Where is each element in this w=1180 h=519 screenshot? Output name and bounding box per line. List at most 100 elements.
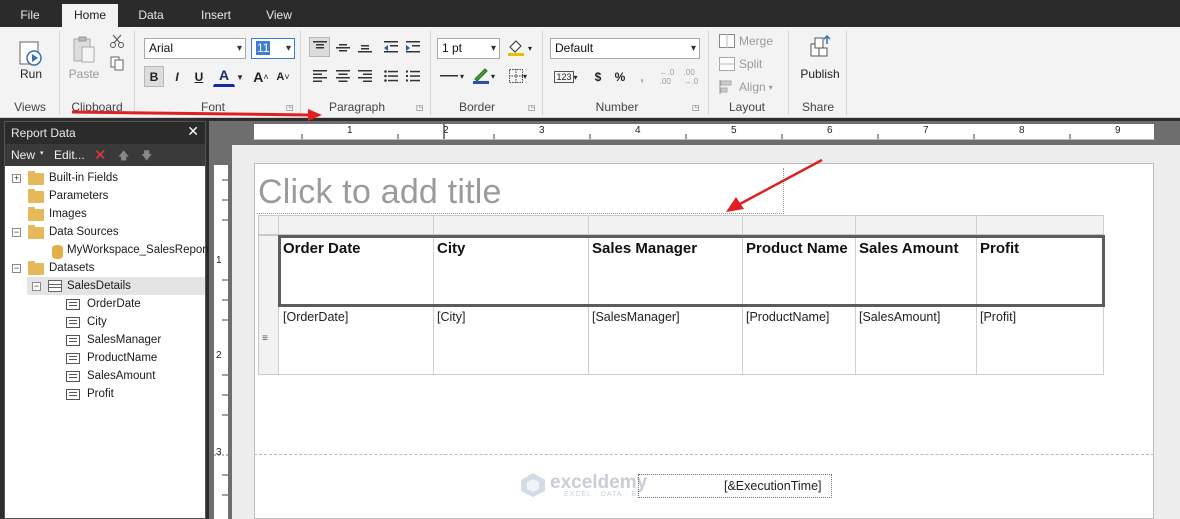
split-label: Split [739, 57, 763, 71]
detail-cell-order-date[interactable]: [OrderDate] [283, 310, 348, 324]
collapse-icon[interactable]: − [12, 228, 21, 237]
tree-field[interactable]: City [87, 313, 107, 331]
detail-cell-product-name[interactable]: [ProductName] [746, 310, 829, 324]
underline-button[interactable]: U [189, 66, 209, 87]
expand-icon[interactable]: + [12, 174, 21, 183]
tablix-column-handles[interactable] [258, 215, 1104, 235]
edit-button[interactable]: Edit... [54, 148, 85, 162]
number-dialog-launcher-icon[interactable]: ◳ [692, 103, 700, 112]
percent-button[interactable]: % [610, 67, 630, 87]
tree-parameters[interactable]: Parameters [49, 187, 108, 205]
font-color-button[interactable]: A [213, 65, 235, 87]
tab-data[interactable]: Data [128, 4, 174, 27]
header-cell-order-date[interactable]: Order Date [283, 240, 361, 257]
detail-cell-profit[interactable]: [Profit] [980, 310, 1016, 324]
numbered-list-button[interactable] [402, 66, 423, 86]
header-cell-city[interactable]: City [437, 240, 465, 257]
bullet-list-button[interactable] [380, 66, 401, 86]
tree-dataset-salesdetails[interactable]: SalesDetails [67, 277, 131, 295]
align-middle-button[interactable] [332, 37, 353, 57]
delete-icon[interactable]: ✕ [94, 146, 107, 164]
group-number-label: Number [595, 100, 639, 114]
split-button[interactable]: Split [718, 54, 778, 74]
tab-file[interactable]: File [8, 4, 52, 27]
font-name-combo[interactable]: Arial ▾ [144, 38, 246, 59]
border-dialog-launcher-icon[interactable]: ◳ [528, 103, 536, 112]
tree-field[interactable]: ProductName [87, 349, 157, 367]
header-cell-product-name[interactable]: Product Name [746, 240, 848, 257]
ruler-label: 8 [1019, 125, 1025, 136]
header-cell-profit[interactable]: Profit [980, 240, 1019, 257]
collapse-icon[interactable]: − [32, 282, 41, 291]
detail-cell-city[interactable]: [City] [437, 310, 465, 324]
tab-view[interactable]: View [256, 4, 302, 27]
tree-field[interactable]: SalesManager [87, 331, 161, 349]
align-center-button[interactable] [332, 66, 353, 86]
group-border-label: Border [458, 100, 496, 114]
report-title-placeholder[interactable]: Click to add title [258, 173, 502, 212]
decrease-decimal-icon[interactable]: .00 →.0 [680, 67, 702, 87]
comma-button[interactable]: , [634, 67, 650, 87]
tree-data-sources[interactable]: Data Sources [49, 223, 119, 241]
close-icon[interactable]: ✕ [187, 123, 199, 140]
tree-builtin-fields[interactable]: Built-in Fields [49, 169, 118, 187]
tree-images[interactable]: Images [49, 205, 87, 223]
font-size-combo[interactable]: 11 ▾ [251, 38, 295, 59]
italic-button[interactable]: I [167, 66, 187, 87]
tab-home[interactable]: Home [62, 4, 118, 27]
align-top-button[interactable] [309, 37, 330, 57]
new-button[interactable]: New [11, 148, 35, 162]
tablix-row-handles[interactable] [258, 235, 279, 375]
detail-cell-sales-manager[interactable]: [SalesManager] [592, 310, 680, 324]
move-down-icon[interactable]: 🡇 [141, 147, 152, 166]
chevron-down-icon: ▾ [768, 82, 773, 92]
move-up-icon[interactable]: 🡅 [118, 147, 129, 166]
align-button[interactable]: Align ▾ [718, 77, 780, 97]
ruler-label: 9 [1115, 125, 1121, 136]
publish-button[interactable] [800, 31, 840, 69]
fill-color-button[interactable] [505, 37, 527, 58]
bullet-list-icon [383, 70, 398, 82]
paragraph-dialog-launcher-icon[interactable]: ◳ [416, 103, 424, 112]
align-right-icon [357, 70, 372, 82]
tree-data-source-item[interactable]: MyWorkspace_SalesReport [67, 241, 209, 259]
chevron-down-icon[interactable]: ▾ [40, 149, 44, 157]
align-left-button[interactable] [309, 66, 330, 86]
increase-indent-button[interactable] [402, 37, 423, 57]
tab-insert[interactable]: Insert [188, 4, 244, 27]
numbered-list-icon [405, 70, 420, 82]
page-footer-boundary [254, 454, 1154, 455]
align-bottom-button[interactable] [354, 37, 375, 57]
border-width-combo[interactable]: 1 pt ▾ [437, 38, 500, 59]
increase-decimal-icon[interactable]: ←.0.00 [656, 67, 678, 87]
align-right-button[interactable] [354, 66, 375, 86]
merge-label: Merge [739, 34, 774, 48]
tree-field[interactable]: Profit [87, 385, 114, 403]
bold-button[interactable]: B [144, 66, 164, 87]
execution-time-expression[interactable]: [&ExecutionTime] [724, 479, 822, 493]
placeholder-style-button[interactable]: 123 ▾ [551, 67, 581, 87]
cut-button[interactable] [106, 31, 128, 51]
tree-field[interactable]: OrderDate [87, 295, 141, 313]
collapse-icon[interactable]: − [12, 264, 21, 273]
chevron-down-icon[interactable]: ▾ [526, 39, 534, 57]
border-style-button[interactable]: ▾ [437, 66, 467, 86]
header-cell-sales-manager[interactable]: Sales Manager [592, 240, 697, 257]
paste-button[interactable] [66, 33, 102, 67]
tree-field[interactable]: SalesAmount [87, 367, 155, 385]
number-format-combo[interactable]: Default ▾ [550, 38, 700, 59]
border-color-button[interactable]: ▾ [469, 65, 497, 87]
database-icon [52, 245, 63, 259]
merge-button[interactable]: Merge [718, 31, 778, 51]
grow-font-icon[interactable]: A ˄ [251, 66, 271, 87]
currency-button[interactable]: $ [588, 67, 608, 87]
detail-cell-sales-amount[interactable]: [SalesAmount] [859, 310, 940, 324]
shrink-font-icon[interactable]: A ˅ [273, 66, 293, 87]
chevron-down-icon[interactable]: ▾ [235, 67, 245, 87]
decrease-indent-button[interactable] [380, 37, 401, 57]
header-cell-sales-amount[interactable]: Sales Amount [859, 240, 958, 257]
borders-button[interactable]: ▾ [503, 65, 533, 87]
copy-button[interactable] [106, 53, 128, 73]
group-separator [300, 31, 301, 115]
tree-datasets[interactable]: Datasets [49, 259, 94, 277]
